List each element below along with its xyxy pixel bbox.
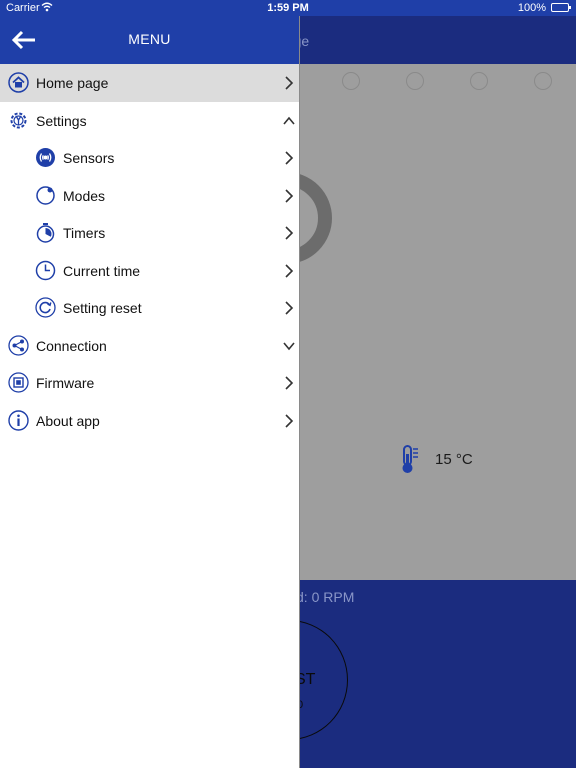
toolbar-icon[interactable]	[470, 72, 488, 90]
menu-item-home-page[interactable]: Home page	[0, 64, 299, 102]
temperature-value: 15 °C	[435, 451, 473, 468]
menu-item-setting-reset[interactable]: Setting reset	[0, 289, 299, 327]
menu-item-settings[interactable]: Settings	[0, 102, 299, 140]
battery-icon	[551, 3, 571, 12]
speed-readout: d: 0 RPM	[296, 589, 355, 605]
settings-gear-icon	[10, 112, 27, 128]
toolbar-icon[interactable]	[406, 72, 424, 90]
status-bar: Carrier 1:59 PM 100%	[0, 0, 576, 16]
menu-item-label: Timers	[63, 225, 106, 241]
chevron-right-icon	[285, 376, 294, 390]
status-time: 1:59 PM	[267, 2, 309, 14]
menu-item-label: Current time	[63, 262, 141, 279]
toolbar-icon[interactable]	[534, 72, 552, 90]
toolbar-icon[interactable]	[342, 72, 360, 90]
menu-item-label: Firmware	[36, 375, 95, 391]
menu-item-label: Sensors	[63, 150, 115, 166]
menu-item-modes[interactable]: Modes	[0, 177, 299, 215]
menu-item-label: Settings	[36, 112, 87, 129]
drawer-title: MENU	[128, 31, 171, 47]
menu-item-label: Modes	[63, 187, 106, 204]
battery-percent: 100%	[517, 2, 546, 14]
modes-icon	[36, 185, 55, 205]
drawer-header: MENU	[0, 16, 299, 64]
chevron-right-icon	[285, 76, 294, 90]
clock-icon	[35, 260, 56, 280]
chevron-right-icon	[285, 413, 294, 428]
menu-item-about-app[interactable]: About app	[0, 402, 299, 440]
chevron-right-icon	[285, 263, 294, 278]
info-icon	[8, 409, 29, 431]
menu-item-label: Setting reset	[63, 300, 142, 316]
menu-item-connection[interactable]: Connection	[0, 327, 299, 365]
chevron-right-icon	[285, 151, 294, 165]
firmware-chip-icon	[8, 372, 29, 393]
menu-item-sensors[interactable]: Sensors	[0, 139, 299, 177]
chevron-up-icon	[283, 116, 295, 125]
menu-item-firmware[interactable]: Firmware	[0, 364, 299, 402]
chevron-down-icon	[283, 341, 295, 350]
sensor-icon	[36, 148, 55, 167]
navigation-drawer: MENU Home page Settings Sensors Modes Ti…	[0, 0, 300, 768]
menu-item-label: Connection	[36, 337, 107, 354]
menu-item-timers[interactable]: Timers	[0, 214, 299, 252]
thermometer-icon	[402, 445, 418, 473]
chevron-right-icon	[285, 188, 294, 203]
connection-share-icon	[8, 334, 29, 356]
menu-item-label: About app	[36, 412, 100, 429]
drawer-menu: Home page Settings Sensors Modes Timers …	[0, 64, 299, 439]
timer-icon	[36, 223, 55, 243]
menu-item-label: Home page	[36, 75, 109, 91]
menu-item-current-time[interactable]: Current time	[0, 252, 299, 290]
home-icon	[8, 72, 29, 93]
reset-icon	[35, 297, 56, 318]
chevron-right-icon	[285, 301, 294, 315]
chevron-right-icon	[285, 226, 294, 240]
